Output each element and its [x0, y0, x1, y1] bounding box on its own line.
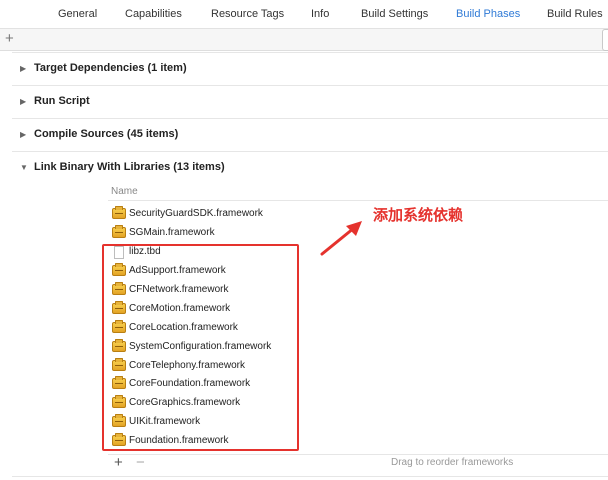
tab-info[interactable]: Info — [311, 8, 329, 20]
phases-toolbar: + — [0, 29, 608, 51]
name-column-header[interactable]: Name — [111, 186, 138, 197]
tab-resource-tags[interactable]: Resource Tags — [211, 8, 284, 20]
section-link-binary[interactable]: ▼ Link Binary With Libraries (13 items) — [12, 151, 608, 184]
remove-library-button[interactable]: − — [136, 454, 145, 471]
library-name: SGMain.framework — [129, 227, 215, 238]
library-actions-bar: + − Drag to reorder frameworks — [108, 454, 608, 473]
section-title: Link Binary With Libraries (13 items) — [34, 161, 225, 173]
tab-build-settings[interactable]: Build Settings — [361, 8, 428, 20]
tab-general[interactable]: General — [58, 8, 97, 20]
disclosure-collapsed-icon[interactable]: ▶ — [20, 130, 26, 139]
highlight-box — [102, 244, 299, 451]
annotation-arrow-icon — [320, 221, 362, 256]
tab-capabilities[interactable]: Capabilities — [125, 8, 182, 20]
disclosure-collapsed-icon[interactable]: ▶ — [20, 97, 26, 106]
filter-field[interactable] — [602, 29, 608, 51]
annotation-text: 添加系统依赖 — [373, 206, 464, 224]
framework-icon — [112, 206, 126, 219]
section-compile-sources[interactable]: ▶ Compile Sources (45 items) — [12, 118, 608, 151]
section-target-dependencies[interactable]: ▶ Target Dependencies (1 item) — [12, 52, 608, 85]
framework-icon — [112, 225, 126, 238]
section-title: Compile Sources (45 items) — [34, 128, 179, 140]
drag-hint: Drag to reorder frameworks — [391, 457, 514, 468]
disclosure-expanded-icon[interactable]: ▼ — [20, 163, 28, 172]
header-divider — [108, 200, 608, 201]
tab-bar: General Capabilities Resource Tags Info … — [0, 0, 608, 29]
section-title: Target Dependencies (1 item) — [34, 62, 187, 74]
add-library-button[interactable]: + — [114, 454, 123, 471]
tab-build-phases[interactable]: Build Phases — [456, 8, 520, 20]
add-phase-button[interactable]: + — [5, 30, 14, 48]
tab-build-rules[interactable]: Build Rules — [547, 8, 603, 20]
disclosure-collapsed-icon[interactable]: ▶ — [20, 64, 26, 73]
library-row[interactable]: SecurityGuardSDK.framework — [112, 205, 412, 224]
library-row[interactable]: SGMain.framework — [112, 224, 412, 243]
section-title: Run Script — [34, 95, 90, 107]
section-divider — [12, 476, 608, 477]
section-run-script[interactable]: ▶ Run Script — [12, 85, 608, 118]
library-name: SecurityGuardSDK.framework — [129, 208, 263, 219]
